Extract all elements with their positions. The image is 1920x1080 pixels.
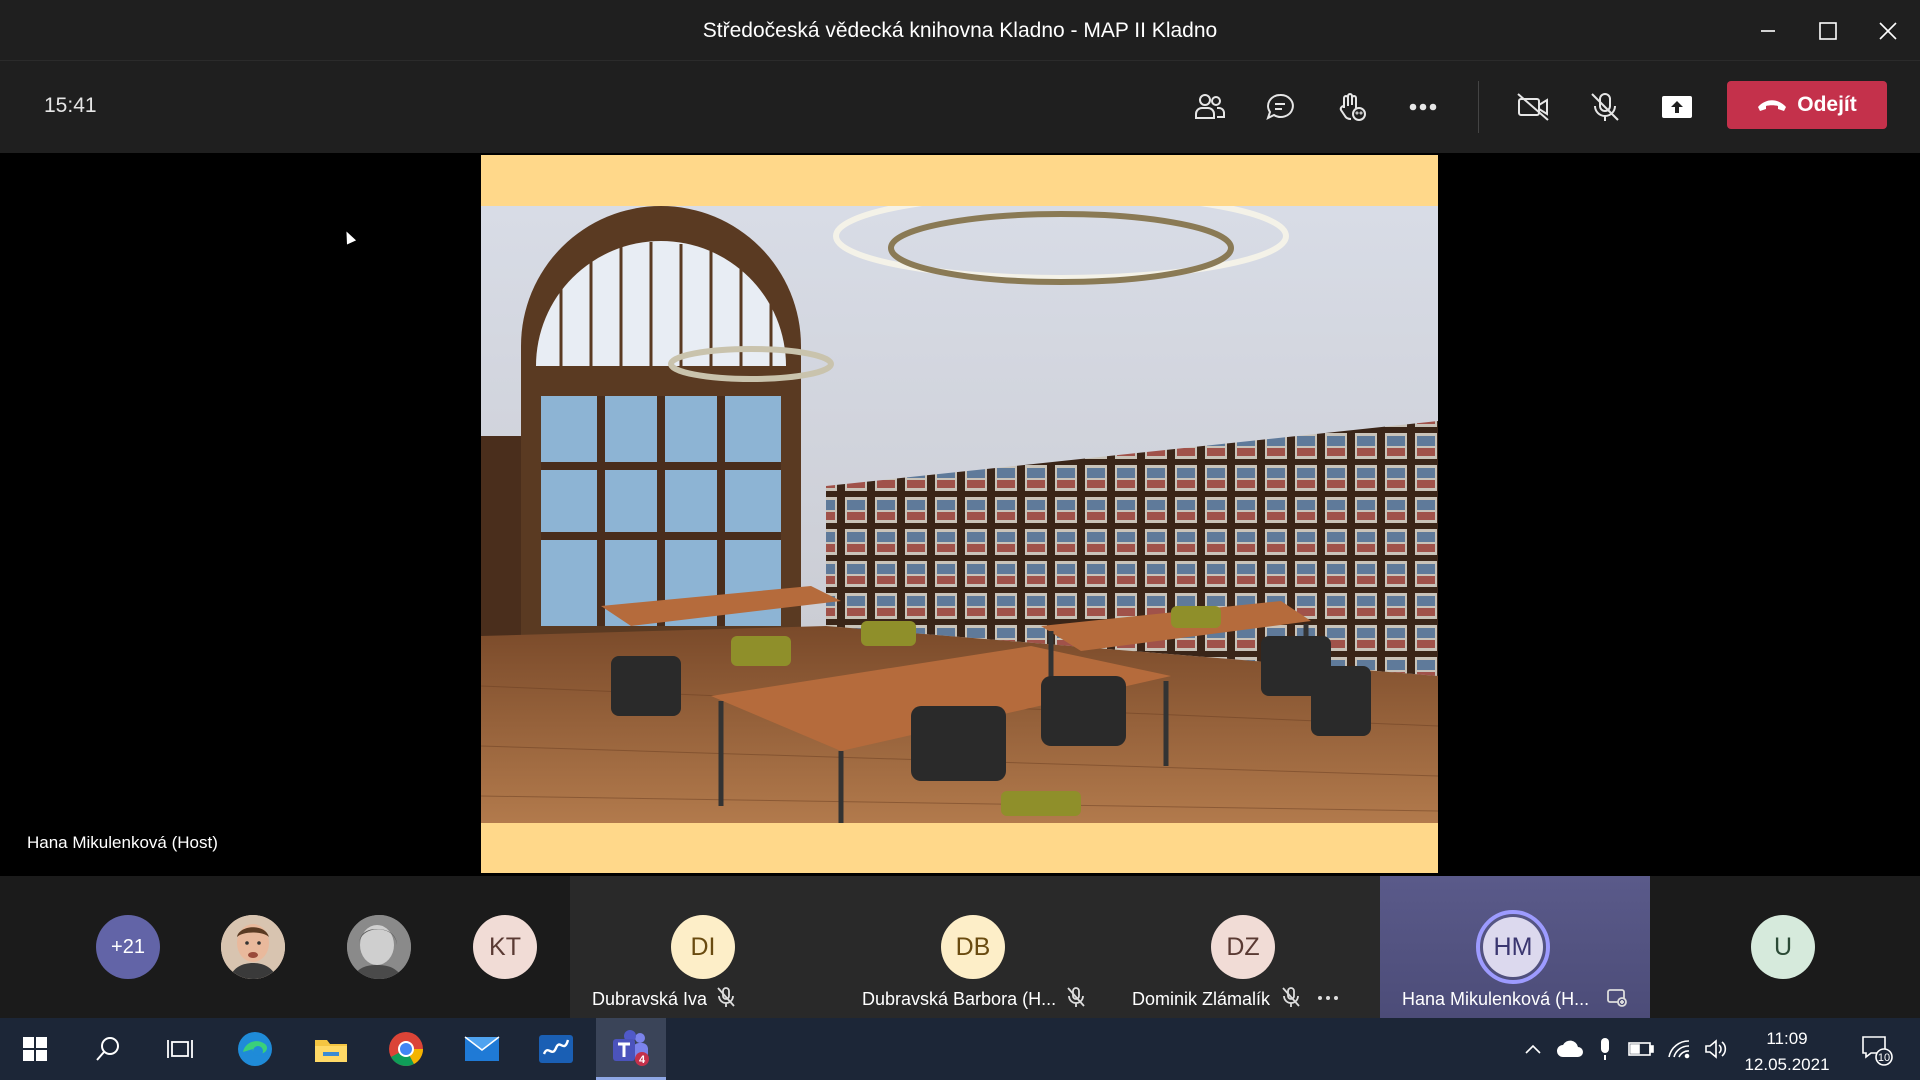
hang-up-icon xyxy=(1758,100,1787,111)
camera-off-icon xyxy=(1517,93,1549,121)
avatar-initials: DZ xyxy=(1211,915,1275,979)
edge-icon xyxy=(238,1032,272,1066)
onedrive-tray-icon[interactable] xyxy=(1553,1018,1587,1080)
participant-avatar-kt[interactable]: KT xyxy=(473,915,537,979)
more-icon xyxy=(1318,996,1338,1000)
library-reading-room-photo xyxy=(481,206,1438,823)
close-button[interactable] xyxy=(1852,0,1920,61)
meeting-toolbar: 15:41 Odejít xyxy=(0,61,1920,153)
leave-label: Odejít xyxy=(1797,93,1857,116)
participant-tile[interactable]: DZ Dominik Zlámalík xyxy=(1110,876,1380,1018)
leave-button[interactable]: Odejít xyxy=(1727,81,1887,129)
battery-tray-icon[interactable] xyxy=(1624,1018,1658,1080)
taskbar-edge[interactable] xyxy=(220,1018,290,1080)
volume-tray-icon[interactable] xyxy=(1699,1018,1733,1080)
mic-toggle-button[interactable] xyxy=(1576,81,1634,133)
people-icon xyxy=(1195,94,1225,119)
more-participants-button[interactable]: +21 xyxy=(96,915,160,979)
action-center-button[interactable]: 10 xyxy=(1852,1018,1902,1080)
cloud-icon xyxy=(1557,1040,1583,1057)
meeting-timer: 15:41 xyxy=(44,94,97,117)
participant-name: Dominik Zlámalík xyxy=(1132,989,1271,1009)
taskbar-chrome[interactable] xyxy=(371,1018,441,1080)
system-clock[interactable]: 11:09 12.05.2021 xyxy=(1740,1026,1834,1078)
close-icon xyxy=(1879,21,1897,40)
more-actions-button[interactable] xyxy=(1394,81,1452,133)
avatar-initials: U xyxy=(1773,932,1793,961)
mic-off-icon xyxy=(1591,93,1619,121)
taskbar-mail[interactable] xyxy=(447,1018,517,1080)
whiteboard-icon xyxy=(539,1035,573,1063)
participant-photo-avatar[interactable] xyxy=(347,915,411,979)
avatar-initials: KT xyxy=(489,932,521,961)
share-screen-icon xyxy=(1662,96,1692,118)
taskbar-file-explorer[interactable] xyxy=(296,1018,366,1080)
participant-avatar-u[interactable]: U xyxy=(1751,915,1815,979)
chevron-up-icon xyxy=(1525,1044,1541,1054)
participant-tile[interactable]: DI Dubravská Iva xyxy=(570,876,840,1018)
taskbar-teams[interactable]: 4 xyxy=(596,1018,666,1080)
wifi-icon xyxy=(1668,1040,1690,1059)
toolbar-divider xyxy=(1478,81,1479,133)
avatar-initials: DB xyxy=(941,915,1005,979)
chrome-icon xyxy=(389,1032,423,1066)
participants-button[interactable] xyxy=(1180,81,1238,133)
participant-name: Dubravská Barbora (H... xyxy=(862,989,1057,1009)
task-view-icon xyxy=(167,1040,193,1058)
windows-taskbar: 4 11:09 12.05.2021 10 xyxy=(0,1018,1920,1080)
chat-button[interactable] xyxy=(1251,81,1309,133)
participant-more-options-button[interactable] xyxy=(1317,988,1339,1014)
microphone-icon xyxy=(1601,1038,1609,1060)
teams-icon: 4 xyxy=(613,1029,649,1066)
microphone-tray-icon[interactable] xyxy=(1590,1018,1620,1080)
reactions-button[interactable] xyxy=(1323,81,1381,133)
reactions-icon xyxy=(1339,93,1366,121)
title-bar: Středočeská vědecká knihovna Kladno - MA… xyxy=(0,0,1920,61)
person-photo-icon xyxy=(221,915,285,979)
shared-slide xyxy=(481,155,1438,873)
clock-date: 12.05.2021 xyxy=(1744,1055,1830,1074)
muted-icon xyxy=(1066,986,1086,1013)
share-screen-button[interactable] xyxy=(1648,81,1706,133)
speaking-ring: HM xyxy=(1476,910,1550,984)
speaker-name-label: Hana Mikulenková (Host) xyxy=(27,833,218,852)
search-icon xyxy=(96,1037,119,1061)
show-hidden-icons-button[interactable] xyxy=(1518,1018,1548,1080)
task-view-button[interactable] xyxy=(145,1018,215,1080)
speaker-icon xyxy=(1705,1039,1727,1059)
network-tray-icon[interactable] xyxy=(1662,1018,1696,1080)
chat-icon xyxy=(1266,93,1294,120)
participant-tile[interactable]: DB Dubravská Barbora (H... xyxy=(840,876,1110,1018)
file-explorer-icon xyxy=(315,1040,347,1062)
minimize-icon xyxy=(1761,29,1775,32)
participant-name: Hana Mikulenková (H... xyxy=(1402,989,1590,1009)
person-photo-icon xyxy=(347,915,411,979)
camera-toggle-button[interactable] xyxy=(1504,81,1562,133)
mail-icon xyxy=(464,1036,500,1061)
clock-time: 11:09 xyxy=(1766,1029,1808,1048)
taskbar-whiteboard[interactable] xyxy=(521,1018,591,1080)
library-photo-illustration xyxy=(481,206,1438,823)
pinned-icon xyxy=(1606,986,1628,1013)
participant-photo-avatar[interactable] xyxy=(221,915,285,979)
start-icon xyxy=(23,1037,47,1061)
maximize-icon xyxy=(1819,21,1837,40)
notification-count: 10 xyxy=(1878,1052,1890,1064)
avatar-initials: HM xyxy=(1483,917,1543,977)
participant-tile-active-speaker[interactable]: HM Hana Mikulenková (H... xyxy=(1380,876,1650,1018)
window-title: Středočeská vědecká knihovna Kladno - MA… xyxy=(702,19,1218,42)
notification-icon: 10 xyxy=(1862,1036,1893,1066)
avatar-initials: DI xyxy=(671,915,735,979)
battery-icon xyxy=(1628,1042,1654,1056)
muted-icon xyxy=(1281,986,1301,1013)
participant-name: Dubravská Iva xyxy=(592,989,708,1009)
taskbar-search-button[interactable] xyxy=(73,1018,143,1080)
more-icon xyxy=(1409,103,1437,111)
muted-icon xyxy=(716,986,736,1013)
teams-badge-count: 4 xyxy=(639,1054,646,1066)
start-button[interactable] xyxy=(0,1018,70,1080)
